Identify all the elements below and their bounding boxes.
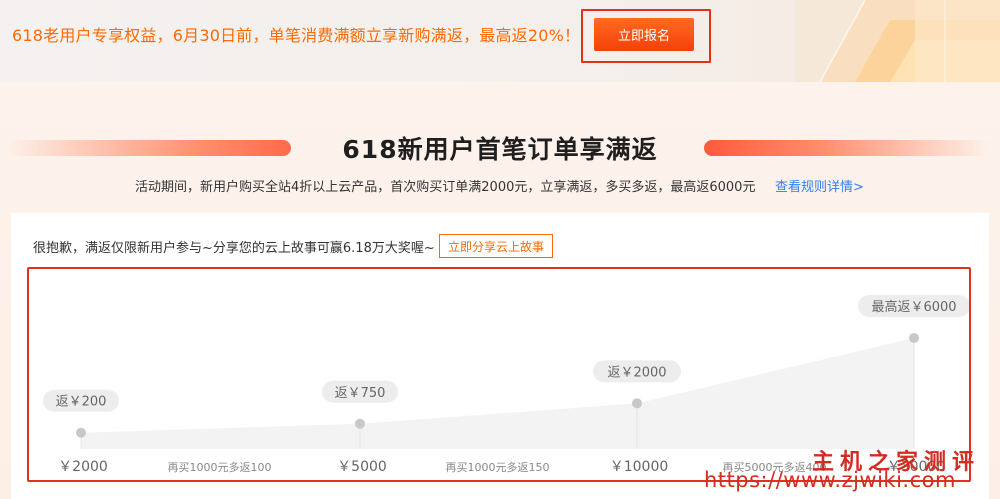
watermark-url: https://www.zjwiki.com (704, 468, 956, 492)
section-subtitle: 活动期间，新用户购买全站4折以上云产品，首次购买订单满2000元，立享满返，多买… (135, 180, 756, 195)
share-story-button[interactable]: 立即分享云上故事 (439, 234, 553, 258)
ineligible-note: 很抱歉，满返仅限新用户参与~分享您的云上故事可赢6.18万大奖喔~ (33, 241, 435, 256)
rules-detail-link[interactable]: 查看规则详情> (775, 176, 864, 195)
section-title: 618新用户首笔订单享满返 (342, 135, 658, 164)
banner-promo-text: 618老用户专享权益，6月30日前，单笔消费满额立享新购满返，最高返20%！ (12, 26, 581, 45)
promo-banner: 618老用户专享权益，6月30日前，单笔消费满额立享新购满返，最高返20%！ (0, 0, 1000, 82)
banner-decoration-graphic (795, 0, 1000, 82)
signup-button[interactable]: 立即报名 (594, 18, 694, 51)
